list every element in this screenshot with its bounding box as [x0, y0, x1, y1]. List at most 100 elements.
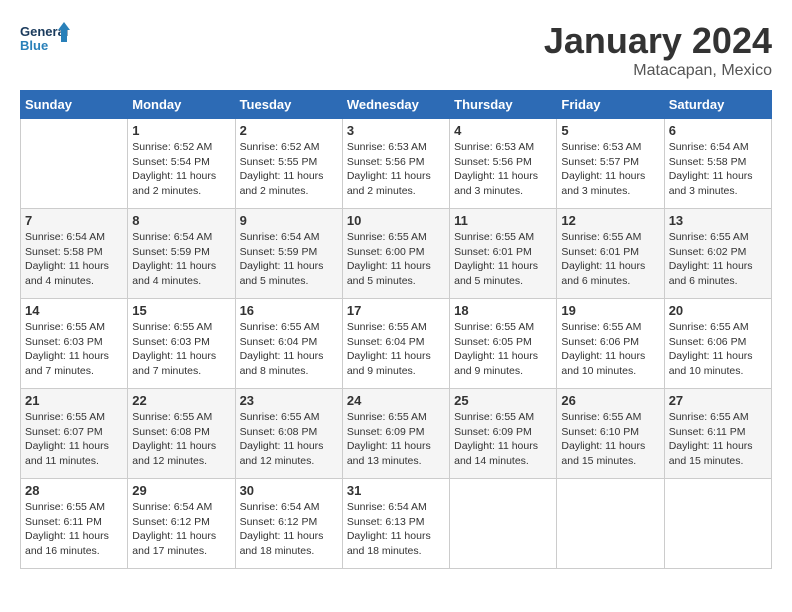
cell-w1-d7: 6 Sunrise: 6:54 AMSunset: 5:58 PMDaylight…: [664, 119, 771, 209]
cell-w3-d4: 17Sunrise: 6:55 AMSunset: 6:04 PMDayligh…: [342, 299, 449, 389]
cell-w3-d3: 16 Sunrise: 6:55 AMSunset: 6:04 PMDayligh…: [235, 299, 342, 389]
cell-w3-d1: 14 Sunrise: 6:55 AMSunset: 6:03 PMDayligh…: [21, 299, 128, 389]
day-number: 19: [561, 303, 659, 318]
header-sunday: Sunday: [21, 91, 128, 119]
day-number: 8: [132, 213, 230, 228]
day-number: 23: [240, 393, 338, 408]
day-number: 9: [240, 213, 338, 228]
cell-w1-d5: 4 Sunrise: 6:53 AMSunset: 5:56 PMDaylight…: [450, 119, 557, 209]
day-info: Sunrise: 6:55 AMSunset: 6:11 PMDaylight:…: [25, 500, 123, 559]
day-number: 14: [25, 303, 123, 318]
day-number: 3: [347, 123, 445, 138]
cell-w2-d6: 12Sunrise: 6:55 AMSunset: 6:01 PMDayligh…: [557, 209, 664, 299]
day-info: Sunrise: 6:55 AMSunset: 6:06 PMDaylight:…: [561, 320, 659, 379]
day-info: Sunrise: 6:53 AMSunset: 5:56 PMDaylight:…: [454, 140, 552, 199]
header-friday: Friday: [557, 91, 664, 119]
cell-w2-d7: 13 Sunrise: 6:55 AMSunset: 6:02 PMDayligh…: [664, 209, 771, 299]
day-info: Sunrise: 6:55 AMSunset: 6:09 PMDaylight:…: [454, 410, 552, 469]
cell-w4-d5: 25 Sunrise: 6:55 AMSunset: 6:09 PMDayligh…: [450, 389, 557, 479]
day-info: Sunrise: 6:54 AMSunset: 5:59 PMDaylight:…: [240, 230, 338, 289]
day-info: Sunrise: 6:54 AMSunset: 6:12 PMDaylight:…: [240, 500, 338, 559]
day-number: 16: [240, 303, 338, 318]
cell-w2-d4: 10Sunrise: 6:55 AMSunset: 6:00 PMDayligh…: [342, 209, 449, 299]
day-number: 27: [669, 393, 767, 408]
cell-w5-d1: 28 Sunrise: 6:55 AMSunset: 6:11 PMDayligh…: [21, 479, 128, 569]
cell-w2-d1: 7 Sunrise: 6:54 AMSunset: 5:58 PMDaylight…: [21, 209, 128, 299]
day-info: Sunrise: 6:53 AMSunset: 5:57 PMDaylight:…: [561, 140, 659, 199]
cell-w4-d2: 22 Sunrise: 6:55 AMSunset: 6:08 PMDayligh…: [128, 389, 235, 479]
cell-w5-d3: 30 Sunrise: 6:54 AMSunset: 6:12 PMDayligh…: [235, 479, 342, 569]
cell-w5-d6: [557, 479, 664, 569]
week-row-3: 14 Sunrise: 6:55 AMSunset: 6:03 PMDayligh…: [21, 299, 772, 389]
logo-svg: General Blue: [20, 20, 70, 65]
day-info: Sunrise: 6:54 AMSunset: 6:12 PMDaylight:…: [132, 500, 230, 559]
day-number: 1: [132, 123, 230, 138]
cell-w1-d2: 1 Sunrise: 6:52 AMSunset: 5:54 PMDaylight…: [128, 119, 235, 209]
day-info: Sunrise: 6:55 AMSunset: 6:09 PMDaylight:…: [347, 410, 445, 469]
day-number: 17: [347, 303, 445, 318]
logo: General Blue: [20, 20, 70, 65]
day-number: 2: [240, 123, 338, 138]
day-info: Sunrise: 6:55 AMSunset: 6:08 PMDaylight:…: [132, 410, 230, 469]
day-info: Sunrise: 6:52 AMSunset: 5:54 PMDaylight:…: [132, 140, 230, 199]
day-number: 12: [561, 213, 659, 228]
header-tuesday: Tuesday: [235, 91, 342, 119]
month-title: January 2024: [544, 20, 772, 62]
day-info: Sunrise: 6:54 AMSunset: 6:13 PMDaylight:…: [347, 500, 445, 559]
cell-w2-d2: 8 Sunrise: 6:54 AMSunset: 5:59 PMDaylight…: [128, 209, 235, 299]
day-info: Sunrise: 6:53 AMSunset: 5:56 PMDaylight:…: [347, 140, 445, 199]
day-number: 13: [669, 213, 767, 228]
day-info: Sunrise: 6:54 AMSunset: 5:58 PMDaylight:…: [25, 230, 123, 289]
svg-text:Blue: Blue: [20, 38, 48, 53]
day-number: 4: [454, 123, 552, 138]
day-info: Sunrise: 6:55 AMSunset: 6:05 PMDaylight:…: [454, 320, 552, 379]
header-saturday: Saturday: [664, 91, 771, 119]
day-number: 25: [454, 393, 552, 408]
cell-w5-d5: [450, 479, 557, 569]
day-info: Sunrise: 6:55 AMSunset: 6:02 PMDaylight:…: [669, 230, 767, 289]
day-info: Sunrise: 6:55 AMSunset: 6:11 PMDaylight:…: [669, 410, 767, 469]
cell-w5-d2: 29Sunrise: 6:54 AMSunset: 6:12 PMDayligh…: [128, 479, 235, 569]
day-number: 21: [25, 393, 123, 408]
cell-w2-d5: 11 Sunrise: 6:55 AMSunset: 6:01 PMDayligh…: [450, 209, 557, 299]
day-info: Sunrise: 6:54 AMSunset: 5:59 PMDaylight:…: [132, 230, 230, 289]
cell-w4-d3: 23 Sunrise: 6:55 AMSunset: 6:08 PMDayligh…: [235, 389, 342, 479]
day-number: 31: [347, 483, 445, 498]
cell-w4-d4: 24 Sunrise: 6:55 AMSunset: 6:09 PMDayligh…: [342, 389, 449, 479]
day-info: Sunrise: 6:54 AMSunset: 5:58 PMDaylight:…: [669, 140, 767, 199]
page-header: General Blue January 2024 Matacapan, Mex…: [20, 20, 772, 80]
day-number: 10: [347, 213, 445, 228]
cell-w1-d1: [21, 119, 128, 209]
week-row-4: 21Sunrise: 6:55 AMSunset: 6:07 PMDayligh…: [21, 389, 772, 479]
cell-w5-d4: 31 Sunrise: 6:54 AMSunset: 6:13 PMDayligh…: [342, 479, 449, 569]
day-number: 6: [669, 123, 767, 138]
day-info: Sunrise: 6:55 AMSunset: 6:04 PMDaylight:…: [240, 320, 338, 379]
day-info: Sunrise: 6:55 AMSunset: 6:10 PMDaylight:…: [561, 410, 659, 469]
day-number: 7: [25, 213, 123, 228]
title-area: January 2024 Matacapan, Mexico: [544, 20, 772, 80]
day-number: 24: [347, 393, 445, 408]
day-number: 28: [25, 483, 123, 498]
cell-w1-d6: 5 Sunrise: 6:53 AMSunset: 5:57 PMDaylight…: [557, 119, 664, 209]
cell-w1-d3: 2Sunrise: 6:52 AMSunset: 5:55 PMDaylight…: [235, 119, 342, 209]
cell-w4-d6: 26Sunrise: 6:55 AMSunset: 6:10 PMDayligh…: [557, 389, 664, 479]
day-info: Sunrise: 6:55 AMSunset: 6:01 PMDaylight:…: [454, 230, 552, 289]
cell-w3-d6: 19 Sunrise: 6:55 AMSunset: 6:06 PMDayligh…: [557, 299, 664, 389]
cell-w3-d5: 18Sunrise: 6:55 AMSunset: 6:05 PMDayligh…: [450, 299, 557, 389]
week-row-1: 1 Sunrise: 6:52 AMSunset: 5:54 PMDaylight…: [21, 119, 772, 209]
header-thursday: Thursday: [450, 91, 557, 119]
day-info: Sunrise: 6:55 AMSunset: 6:03 PMDaylight:…: [25, 320, 123, 379]
cell-w4-d7: 27 Sunrise: 6:55 AMSunset: 6:11 PMDayligh…: [664, 389, 771, 479]
day-info: Sunrise: 6:55 AMSunset: 6:08 PMDaylight:…: [240, 410, 338, 469]
day-number: 30: [240, 483, 338, 498]
day-info: Sunrise: 6:55 AMSunset: 6:03 PMDaylight:…: [132, 320, 230, 379]
cell-w4-d1: 21Sunrise: 6:55 AMSunset: 6:07 PMDayligh…: [21, 389, 128, 479]
day-number: 15: [132, 303, 230, 318]
day-number: 11: [454, 213, 552, 228]
day-number: 22: [132, 393, 230, 408]
cell-w3-d2: 15 Sunrise: 6:55 AMSunset: 6:03 PMDayligh…: [128, 299, 235, 389]
day-number: 5: [561, 123, 659, 138]
cell-w5-d7: [664, 479, 771, 569]
cell-w2-d3: 9 Sunrise: 6:54 AMSunset: 5:59 PMDaylight…: [235, 209, 342, 299]
cell-w3-d7: 20Sunrise: 6:55 AMSunset: 6:06 PMDayligh…: [664, 299, 771, 389]
